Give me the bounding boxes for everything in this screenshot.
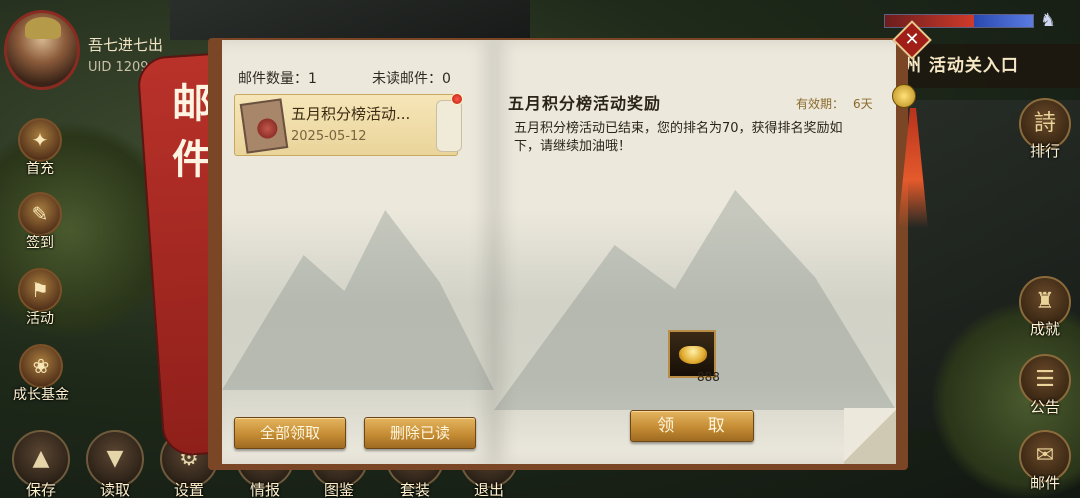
activity-gate-sign[interactable]: 州 活动关入口 bbox=[900, 44, 1080, 88]
menu-label: 活动 bbox=[26, 311, 54, 327]
mail-detail-body: 五月积分榜活动已结束，您的排名为70，获得排名奖励如下，请继续加油哦！ bbox=[514, 121, 843, 154]
bottom-label: 套装 bbox=[399, 481, 430, 498]
menu-first-charge[interactable]: ✦ 首充 bbox=[12, 118, 68, 188]
bottom-label: 读取 bbox=[99, 481, 130, 498]
reward-count: 888 bbox=[697, 370, 720, 384]
expiry-label: 有效期： bbox=[796, 97, 845, 111]
player-avatar[interactable] bbox=[4, 10, 80, 90]
scroll-icon bbox=[436, 100, 462, 152]
gold-ingot-icon bbox=[679, 346, 707, 364]
delete-read-button[interactable]: 删除已读 bbox=[364, 417, 476, 449]
bottom-save[interactable]: ▲ 保存 bbox=[8, 430, 74, 498]
unread-dot-icon bbox=[451, 93, 463, 105]
menu-label: 公告 bbox=[1029, 398, 1060, 416]
mail-item-title: 五月积分榜活动... bbox=[291, 105, 411, 123]
menu-achievement[interactable]: ♜ 成就 bbox=[1014, 276, 1076, 348]
medallion-icon bbox=[892, 84, 916, 108]
menu-notice[interactable]: ☰ 公告 bbox=[1014, 354, 1076, 426]
ink-mountain bbox=[222, 210, 494, 390]
mail-item-date: 2025-05-12 bbox=[291, 129, 367, 144]
menu-label: 成长基金 bbox=[13, 387, 69, 403]
unread-count-text: 未读邮件：0 bbox=[372, 71, 451, 87]
sign-in-icon: ✎ bbox=[18, 192, 62, 236]
menu-label: 签到 bbox=[26, 235, 54, 251]
health-bar-fill bbox=[885, 15, 974, 27]
claim-all-button[interactable]: 全部领取 bbox=[234, 417, 346, 449]
menu-label: 邮件 bbox=[1029, 474, 1060, 492]
bottom-label: 退出 bbox=[473, 481, 504, 498]
player-name: 吾七进七出 bbox=[88, 36, 164, 54]
background-roof bbox=[170, 0, 530, 40]
menu-label: 成就 bbox=[1029, 320, 1060, 338]
mana-bar-fill bbox=[973, 15, 1033, 27]
activity-icon: ⚑ bbox=[18, 268, 62, 312]
wolf-icon: ♞ bbox=[1040, 10, 1057, 31]
mail-detail-title: 五月积分榜活动奖励 bbox=[508, 94, 662, 113]
claim-button[interactable]: 领 取 bbox=[630, 410, 754, 442]
bottom-load[interactable]: ▼ 读取 bbox=[82, 430, 148, 498]
menu-mail[interactable]: ✉ 邮件 bbox=[1014, 430, 1076, 498]
growth-fund-icon: ❀ bbox=[19, 344, 63, 388]
menu-activity[interactable]: ⚑ 活动 bbox=[12, 268, 68, 338]
bottom-label: 设置 bbox=[173, 481, 204, 498]
close-icon: ✕ bbox=[904, 29, 920, 50]
menu-label: 首充 bbox=[26, 161, 54, 177]
menu-ranking[interactable]: 詩 排行 bbox=[1014, 98, 1076, 170]
mail-list-item[interactable]: 五月积分榜活动... 2025-05-12 bbox=[234, 94, 458, 156]
mail-count-text: 邮件数量：1 bbox=[238, 71, 317, 87]
bottom-label: 情报 bbox=[249, 481, 280, 498]
bottom-label: 图鉴 bbox=[323, 481, 354, 498]
first-charge-icon: ✦ bbox=[18, 118, 62, 162]
expiry-value: 6天 bbox=[853, 97, 873, 111]
page-curl bbox=[844, 408, 896, 464]
menu-label: 排行 bbox=[1029, 142, 1060, 160]
menu-sign-in[interactable]: ✎ 签到 bbox=[12, 192, 68, 262]
mail-thumbnail-icon bbox=[239, 98, 289, 154]
menu-growth-fund[interactable]: ❀ 成长基金 bbox=[8, 344, 74, 414]
bottom-label: 保存 bbox=[25, 481, 56, 498]
